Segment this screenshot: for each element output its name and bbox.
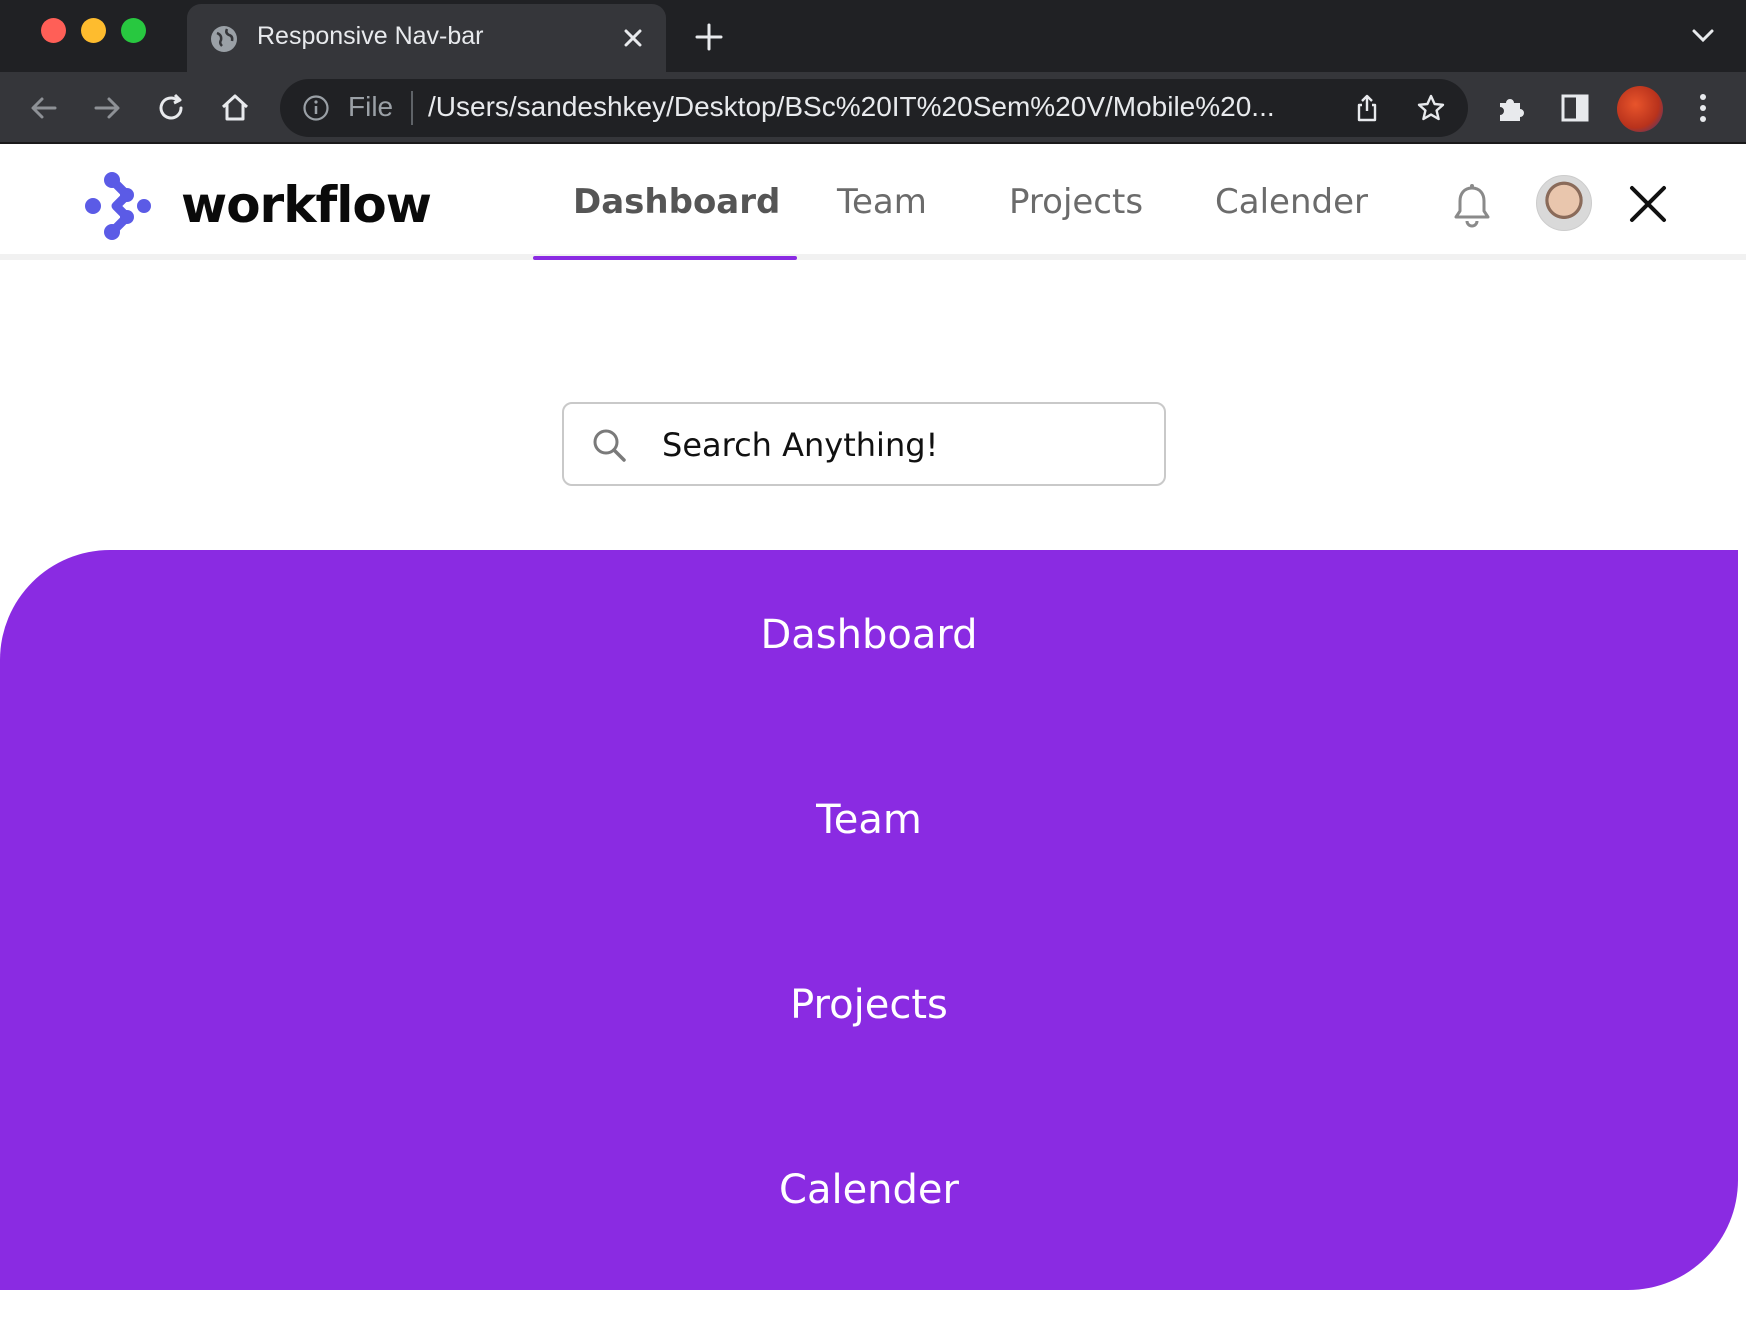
- site-header: workflow Dashboard Team Projects Calende…: [0, 146, 1746, 260]
- side-panel-icon[interactable]: [1558, 91, 1592, 125]
- nav-link-team[interactable]: Team: [837, 182, 927, 222]
- chevron-down-icon[interactable]: [1690, 26, 1716, 46]
- more-options-icon[interactable]: [1693, 92, 1713, 124]
- info-icon[interactable]: [302, 94, 330, 122]
- user-avatar[interactable]: [1536, 175, 1592, 231]
- nav-link-dashboard[interactable]: Dashboard: [573, 182, 780, 222]
- close-menu-icon[interactable]: [1628, 184, 1668, 224]
- globe-icon: [211, 26, 237, 52]
- brand-name[interactable]: workflow: [181, 176, 432, 234]
- drawer-item-projects[interactable]: Projects: [0, 982, 1738, 1028]
- window-maximize-button[interactable]: [121, 18, 146, 43]
- extensions-puzzle-icon[interactable]: [1494, 91, 1528, 125]
- tab-title: Responsive Nav-bar: [257, 22, 484, 50]
- search-box[interactable]: Search Anything!: [562, 402, 1166, 486]
- window-minimize-button[interactable]: [81, 18, 106, 43]
- search-input[interactable]: Search Anything!: [662, 426, 938, 464]
- mobile-nav-drawer: Dashboard Team Projects Calender: [0, 550, 1738, 1290]
- drawer-item-team[interactable]: Team: [0, 797, 1738, 843]
- url-divider: [411, 91, 413, 125]
- browser-tab[interactable]: Responsive Nav-bar: [187, 4, 666, 72]
- drawer-item-dashboard[interactable]: Dashboard: [0, 612, 1738, 658]
- url-text[interactable]: /Users/sandeshkey/Desktop/BSc%20IT%20Sem…: [428, 91, 1275, 123]
- address-bar[interactable]: File /Users/sandeshkey/Desktop/BSc%20IT%…: [280, 79, 1468, 137]
- url-scheme-label: File: [348, 91, 394, 122]
- bookmark-star-icon[interactable]: [1416, 93, 1446, 123]
- nav-link-calender[interactable]: Calender: [1215, 182, 1368, 222]
- forward-arrow-icon[interactable]: [91, 92, 123, 124]
- close-tab-icon[interactable]: [619, 24, 647, 52]
- browser-profile-avatar[interactable]: [1617, 86, 1663, 132]
- browser-tab-strip: Responsive Nav-bar: [0, 0, 1746, 72]
- reload-icon[interactable]: [155, 92, 187, 124]
- bell-icon[interactable]: [1451, 183, 1493, 229]
- active-nav-indicator: [533, 256, 797, 260]
- search-icon: [593, 429, 626, 462]
- share-icon[interactable]: [1352, 93, 1382, 123]
- home-icon[interactable]: [219, 92, 251, 124]
- window-close-button[interactable]: [41, 18, 66, 43]
- back-arrow-icon[interactable]: [28, 92, 60, 124]
- workflow-logo-icon[interactable]: [80, 170, 152, 242]
- drawer-item-calender[interactable]: Calender: [0, 1167, 1738, 1213]
- new-tab-icon[interactable]: [694, 22, 724, 52]
- nav-link-projects[interactable]: Projects: [1009, 182, 1143, 222]
- page-viewport: workflow Dashboard Team Projects Calende…: [0, 146, 1746, 1325]
- browser-toolbar: File /Users/sandeshkey/Desktop/BSc%20IT%…: [0, 72, 1746, 144]
